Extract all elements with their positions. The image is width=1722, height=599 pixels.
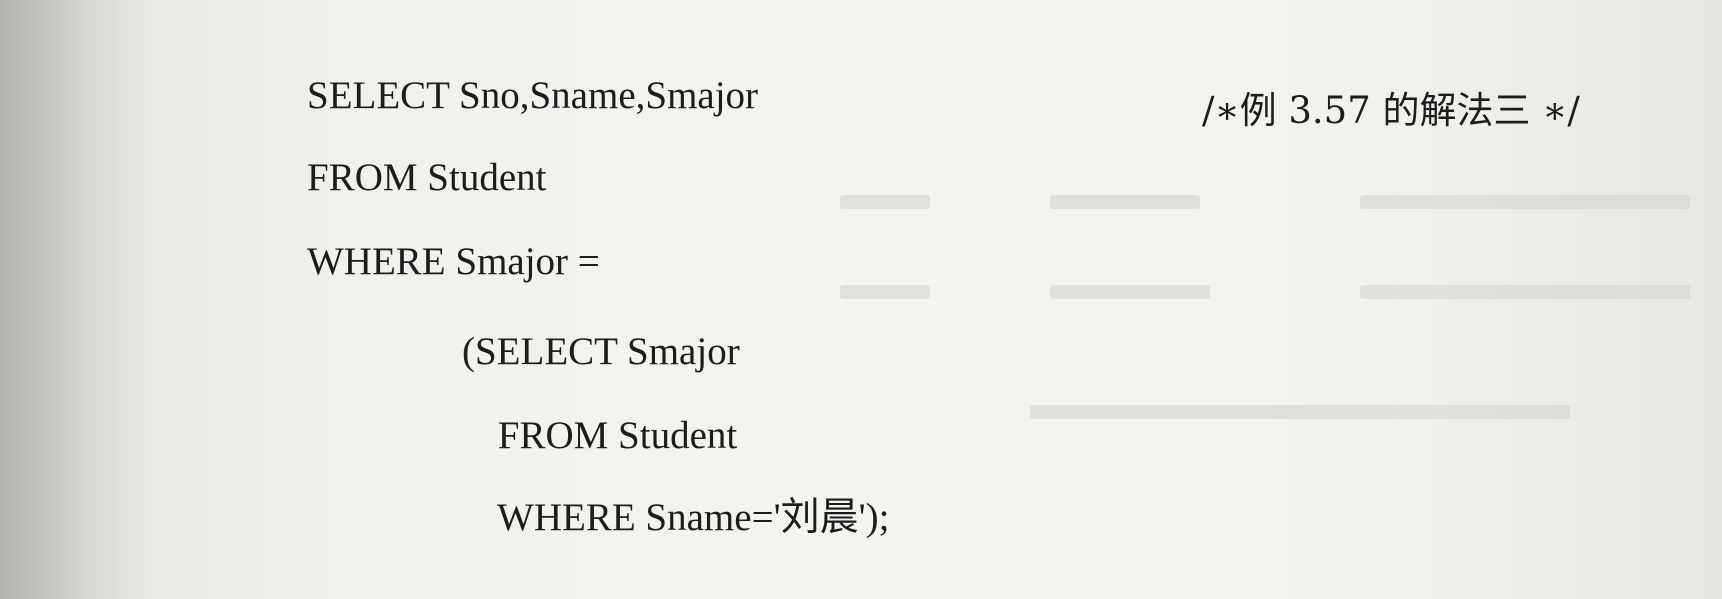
page-shadow [0, 0, 150, 599]
code-comment: /∗例 3.57 的解法三 ∗/ [1202, 89, 1580, 132]
code-line-subquery-select: (SELECT Smajor [462, 330, 740, 373]
code-line-subquery-from: FROM Student [488, 414, 738, 457]
code-line-where: WHERE Smajor = [307, 240, 600, 283]
code-line-from: FROM Student [307, 156, 547, 199]
code-line-subquery-where: WHERE Sname='刘晨'); [488, 496, 890, 539]
code-line-select: SELECT Sno,Sname,Smajor [307, 74, 759, 117]
